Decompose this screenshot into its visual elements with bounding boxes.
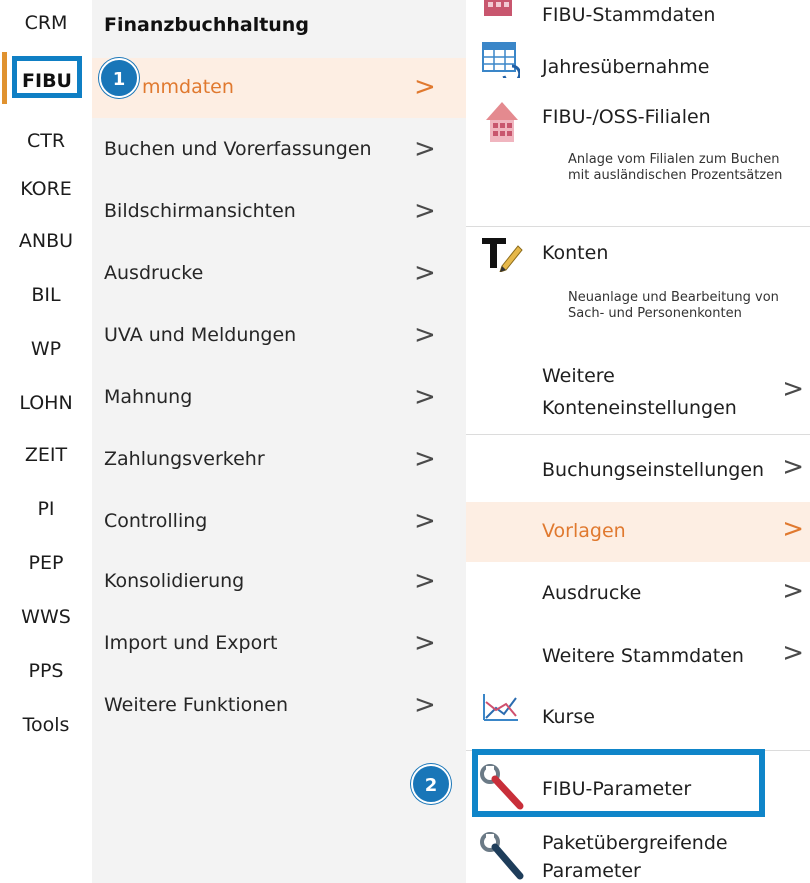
rail-item-kore[interactable]: KORE — [0, 176, 92, 202]
submenu-fibu-stammdaten[interactable]: FIBU-Stammdaten — [542, 4, 715, 26]
divider — [466, 434, 810, 435]
menu-item-label: Konsolidierung — [104, 570, 245, 592]
callout-1: 1 — [99, 58, 139, 98]
chevron-right-icon: > — [414, 382, 436, 412]
menu-item-label: Import und Export — [104, 632, 278, 654]
menu-item-label: Weitere Funktionen — [104, 694, 289, 716]
rail-item-pi[interactable]: PI — [0, 496, 92, 522]
menu-item-label: mmdaten — [142, 76, 234, 98]
submenu-paket-line2[interactable]: Parameter — [542, 860, 641, 882]
menu-item-zahlungsverkehr[interactable]: Zahlungsverkehr > — [92, 430, 466, 490]
chevron-right-icon: > — [414, 506, 436, 536]
menu-item-label: Mahnung — [104, 386, 193, 408]
rail-item-pep[interactable]: PEP — [0, 550, 92, 576]
submenu-paket-line1[interactable]: Paketübergreifende — [542, 832, 728, 854]
chevron-right-icon: > — [414, 258, 436, 288]
filialen-description: Anlage vom Filialen zum Buchen mit auslä… — [568, 152, 783, 183]
house-icon — [486, 102, 518, 142]
rail-item-wp[interactable]: WP — [0, 336, 92, 362]
submenu-weitere-konten-line1[interactable]: Weitere — [542, 365, 615, 387]
menu-item-stammdaten[interactable]: mmdaten > — [92, 58, 466, 118]
menu-item-label: UVA und Meldungen — [104, 324, 297, 346]
building-grid-icon — [484, 0, 512, 16]
rail-item-zeit[interactable]: ZEIT — [0, 442, 92, 468]
konten-description: Neuanlage und Bearbeitung von Sach- und … — [568, 290, 779, 321]
menu-item-konsolidierung[interactable]: Konsolidierung > — [92, 552, 466, 612]
submenu-vorlagen-highlight — [466, 502, 810, 562]
chevron-right-icon: > — [414, 134, 436, 164]
rail-item-ctr[interactable]: CTR — [0, 128, 92, 154]
chevron-right-icon: > — [782, 452, 804, 482]
menu-item-uva[interactable]: UVA und Meldungen > — [92, 306, 466, 366]
menu-item-mahnung[interactable]: Mahnung > — [92, 368, 466, 428]
submenu-jahresuebernahme[interactable]: Jahresübernahme — [542, 56, 709, 78]
fibu-parameter-highlight — [472, 749, 765, 817]
menu-item-import-export[interactable]: Import und Export > — [92, 614, 466, 674]
rail-item-anbu[interactable]: ANBU — [0, 228, 92, 254]
chevron-right-icon: > — [782, 638, 804, 668]
submenu-konten[interactable]: Konten — [542, 242, 608, 264]
rail-item-tools[interactable]: Tools — [0, 712, 92, 738]
submenu-ausdrucke[interactable]: Ausdrucke — [542, 582, 641, 604]
text-pencil-icon — [482, 238, 523, 272]
submenu-buchungseinstellungen[interactable]: Buchungseinstellungen — [542, 459, 764, 481]
module-rail: CRM FIBU CTR KORE ANBU BIL WP LOHN ZEIT … — [0, 0, 93, 883]
menu-item-controlling[interactable]: Controlling > — [92, 492, 466, 552]
menu-item-label: Bildschirmansichten — [104, 200, 296, 222]
chevron-right-icon: > — [414, 320, 436, 350]
menu-item-label: Controlling — [104, 510, 208, 532]
divider — [466, 226, 810, 227]
chevron-right-icon: > — [414, 444, 436, 474]
wrench-icon — [480, 832, 524, 880]
table-refresh-icon — [482, 42, 520, 78]
chevron-right-icon: > — [414, 196, 436, 226]
chevron-right-icon: > — [414, 628, 436, 658]
line-chart-icon — [483, 694, 518, 721]
menu-title: Finanzbuchhaltung — [104, 14, 309, 36]
menu-item-bildschirmansichten[interactable]: Bildschirmansichten > — [92, 182, 466, 242]
menu-item-buchen[interactable]: Buchen und Vorerfassungen > — [92, 120, 466, 180]
rail-item-pps[interactable]: PPS — [0, 658, 92, 684]
submenu-kurse[interactable]: Kurse — [542, 706, 595, 728]
menu-item-weitere-funktionen[interactable]: Weitere Funktionen > — [92, 676, 466, 736]
submenu-weitere-stammdaten[interactable]: Weitere Stammdaten — [542, 645, 744, 667]
submenu-weitere-konten-line2[interactable]: Konteneinstellungen — [542, 397, 737, 419]
menu-item-label: Ausdrucke — [104, 262, 204, 284]
active-module-indicator — [2, 52, 7, 104]
rail-item-crm[interactable]: CRM — [0, 10, 92, 36]
callout-2: 2 — [411, 764, 451, 804]
menu-item-ausdrucke[interactable]: Ausdrucke > — [92, 244, 466, 304]
chevron-right-icon: > — [782, 576, 804, 606]
rail-item-fibu[interactable]: FIBU — [12, 56, 82, 98]
menu-item-label: Zahlungsverkehr — [104, 448, 265, 470]
submenu-vorlagen[interactable]: Vorlagen — [542, 520, 626, 542]
rail-item-lohn[interactable]: LOHN — [0, 390, 92, 416]
rail-item-wws[interactable]: WWS — [0, 604, 92, 630]
chevron-right-icon: > — [782, 374, 804, 404]
chevron-right-icon: > — [414, 690, 436, 720]
chevron-right-icon: > — [414, 566, 436, 596]
chevron-right-icon: > — [414, 72, 436, 102]
rail-item-bil[interactable]: BIL — [0, 282, 92, 308]
chevron-right-icon: > — [782, 514, 804, 544]
submenu-filialen[interactable]: FIBU-/OSS-Filialen — [542, 106, 711, 128]
fibu-menu: Finanzbuchhaltung mmdaten > Buchen und V… — [92, 0, 466, 883]
menu-item-label: Buchen und Vorerfassungen — [104, 138, 372, 160]
